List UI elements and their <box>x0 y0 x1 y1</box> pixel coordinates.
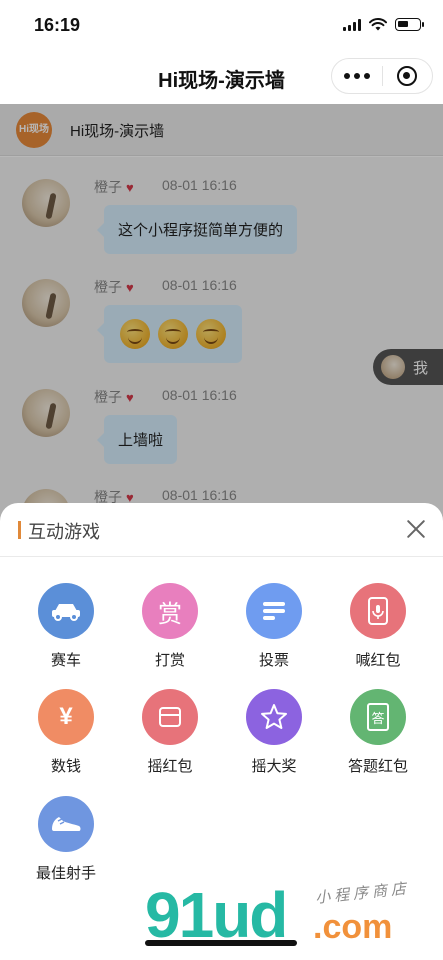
game-label: 投票 <box>258 652 289 669</box>
vote-icon <box>246 583 302 639</box>
game-label: 答题红包 <box>347 758 408 775</box>
more-button[interactable] <box>332 59 382 93</box>
target-icon <box>397 66 418 86</box>
signal-icon <box>343 18 361 31</box>
game-label: 数钱 <box>50 758 81 775</box>
game-label: 打赏 <box>154 652 185 669</box>
status-bar: 16:19 <box>0 0 443 50</box>
sheet-header: 互动游戏 <box>0 503 443 557</box>
battery-icon <box>395 18 424 31</box>
game-label: 喊红包 <box>355 652 401 669</box>
game-label: 摇红包 <box>147 758 193 775</box>
redpacket-icon <box>142 689 198 745</box>
game-vote[interactable]: 投票 <box>224 583 324 683</box>
game-label: 最佳射手 <box>35 865 96 882</box>
game-shake-redpacket[interactable]: 摇红包 <box>120 689 220 789</box>
status-icons <box>343 18 424 31</box>
watermark-tagline: 小程序商店 <box>314 880 411 907</box>
watermark-domain: .com <box>313 908 393 946</box>
car-icon <box>38 583 94 639</box>
star-icon <box>246 689 302 745</box>
shoe-icon <box>38 796 94 852</box>
wifi-icon <box>369 18 387 31</box>
quiz-glyph: 答 <box>367 703 389 731</box>
voice-redpacket-icon <box>350 583 406 639</box>
miniprogram-capsule <box>331 58 433 94</box>
quiz-redpacket-icon: 答 <box>350 689 406 745</box>
yuan-icon: ¥ <box>38 689 94 745</box>
close-miniprogram-button[interactable] <box>382 59 432 93</box>
game-racing[interactable]: 赛车 <box>16 583 116 683</box>
game-quiz-redpacket[interactable]: 答 答题红包 <box>328 689 428 789</box>
reward-icon: 赏 <box>142 583 198 639</box>
nav-bar: Hi现场-演示墙 <box>0 50 443 104</box>
status-time: 16:19 <box>34 15 81 35</box>
home-indicator[interactable] <box>145 940 297 946</box>
game-shake-prize[interactable]: 摇大奖 <box>224 689 324 789</box>
game-label: 摇大奖 <box>251 758 297 775</box>
game-best-shooter[interactable]: 最佳射手 <box>16 796 116 896</box>
game-count-money[interactable]: ¥ 数钱 <box>16 689 116 789</box>
game-voice-redpacket[interactable]: 喊红包 <box>328 583 428 683</box>
game-reward[interactable]: 赏 打赏 <box>120 583 220 683</box>
sheet-title: 互动游戏 <box>28 522 100 542</box>
title-accent-bar <box>18 521 21 539</box>
close-icon[interactable] <box>405 518 427 540</box>
game-label: 赛车 <box>50 652 81 669</box>
